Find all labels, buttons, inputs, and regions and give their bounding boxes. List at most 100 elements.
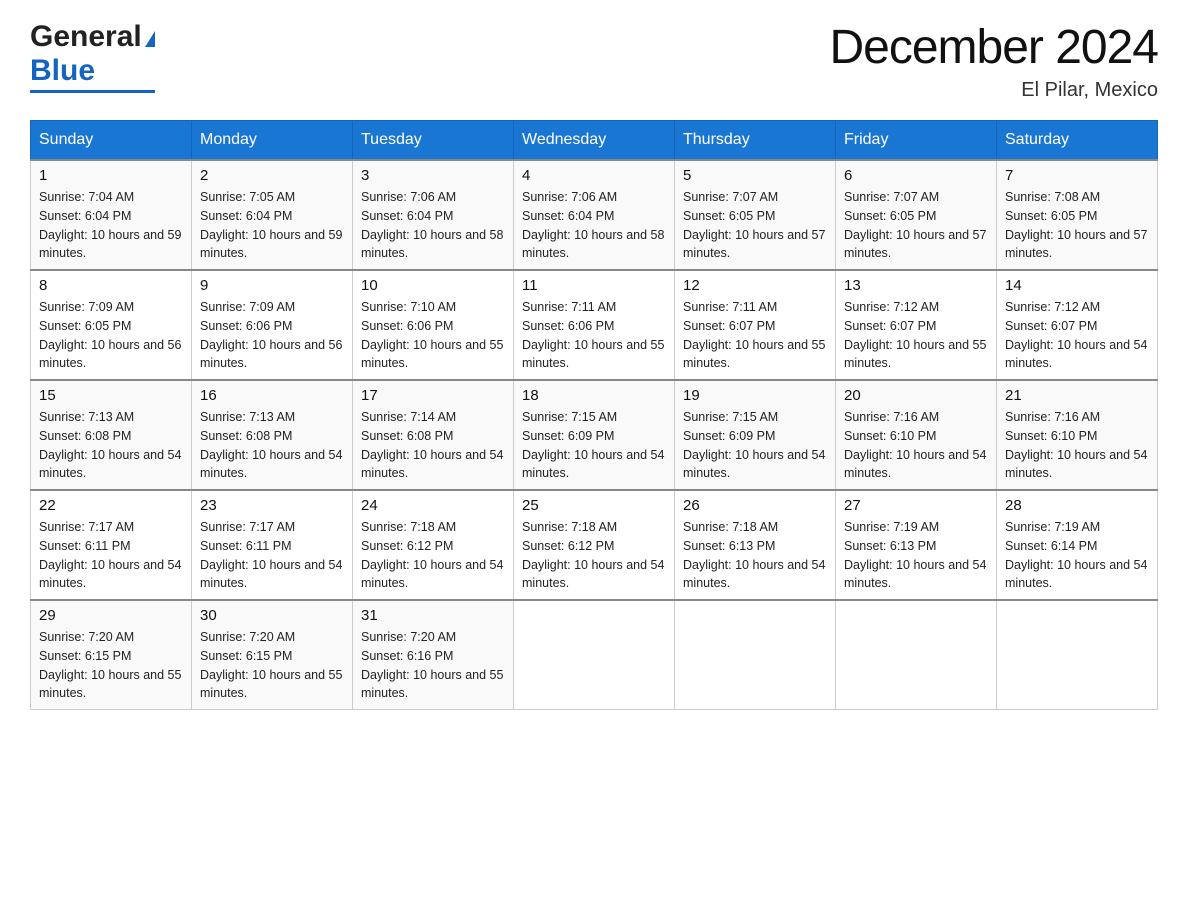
daylight-label: Daylight: 10 hours and 56 minutes. <box>200 338 342 371</box>
day-number: 8 <box>39 277 183 294</box>
daylight-label: Daylight: 10 hours and 54 minutes. <box>200 558 342 591</box>
sunrise-label: Sunrise: 7:18 AM <box>361 520 456 534</box>
calendar-cell: 9 Sunrise: 7:09 AM Sunset: 6:06 PM Dayli… <box>192 270 353 380</box>
month-title: December 2024 <box>829 20 1158 75</box>
title-area: December 2024 El Pilar, Mexico <box>829 20 1158 102</box>
sunrise-label: Sunrise: 7:20 AM <box>361 630 456 644</box>
daylight-label: Daylight: 10 hours and 59 minutes. <box>200 228 342 261</box>
calendar-cell <box>997 600 1158 710</box>
day-info: Sunrise: 7:19 AM Sunset: 6:14 PM Dayligh… <box>1005 518 1149 593</box>
sunset-label: Sunset: 6:04 PM <box>522 209 614 223</box>
logo: General Blue <box>30 20 155 93</box>
day-info: Sunrise: 7:10 AM Sunset: 6:06 PM Dayligh… <box>361 298 505 373</box>
day-number: 21 <box>1005 387 1149 404</box>
header-wednesday: Wednesday <box>514 121 675 161</box>
calendar-cell: 21 Sunrise: 7:16 AM Sunset: 6:10 PM Dayl… <box>997 380 1158 490</box>
sunset-label: Sunset: 6:15 PM <box>39 649 131 663</box>
sunrise-label: Sunrise: 7:19 AM <box>844 520 939 534</box>
calendar-cell: 28 Sunrise: 7:19 AM Sunset: 6:14 PM Dayl… <box>997 490 1158 600</box>
calendar-header: Sunday Monday Tuesday Wednesday Thursday… <box>31 121 1158 161</box>
calendar-cell: 2 Sunrise: 7:05 AM Sunset: 6:04 PM Dayli… <box>192 160 353 270</box>
daylight-label: Daylight: 10 hours and 55 minutes. <box>361 668 503 701</box>
header-tuesday: Tuesday <box>353 121 514 161</box>
calendar-cell: 14 Sunrise: 7:12 AM Sunset: 6:07 PM Dayl… <box>997 270 1158 380</box>
header-thursday: Thursday <box>675 121 836 161</box>
calendar-cell: 8 Sunrise: 7:09 AM Sunset: 6:05 PM Dayli… <box>31 270 192 380</box>
day-number: 31 <box>361 607 505 624</box>
day-info: Sunrise: 7:13 AM Sunset: 6:08 PM Dayligh… <box>200 408 344 483</box>
day-number: 7 <box>1005 167 1149 184</box>
sunset-label: Sunset: 6:12 PM <box>522 539 614 553</box>
sunrise-label: Sunrise: 7:18 AM <box>522 520 617 534</box>
daylight-label: Daylight: 10 hours and 55 minutes. <box>361 338 503 371</box>
day-info: Sunrise: 7:11 AM Sunset: 6:07 PM Dayligh… <box>683 298 827 373</box>
day-number: 3 <box>361 167 505 184</box>
sunset-label: Sunset: 6:04 PM <box>361 209 453 223</box>
sunset-label: Sunset: 6:09 PM <box>683 429 775 443</box>
sunset-label: Sunset: 6:07 PM <box>844 319 936 333</box>
sunset-label: Sunset: 6:10 PM <box>1005 429 1097 443</box>
sunset-label: Sunset: 6:13 PM <box>844 539 936 553</box>
day-info: Sunrise: 7:16 AM Sunset: 6:10 PM Dayligh… <box>844 408 988 483</box>
sunrise-label: Sunrise: 7:20 AM <box>200 630 295 644</box>
sunset-label: Sunset: 6:07 PM <box>1005 319 1097 333</box>
sunset-label: Sunset: 6:05 PM <box>39 319 131 333</box>
sunset-label: Sunset: 6:05 PM <box>683 209 775 223</box>
calendar-cell: 27 Sunrise: 7:19 AM Sunset: 6:13 PM Dayl… <box>836 490 997 600</box>
day-info: Sunrise: 7:18 AM Sunset: 6:12 PM Dayligh… <box>361 518 505 593</box>
day-info: Sunrise: 7:09 AM Sunset: 6:06 PM Dayligh… <box>200 298 344 373</box>
day-number: 1 <box>39 167 183 184</box>
sunset-label: Sunset: 6:08 PM <box>39 429 131 443</box>
location-subtitle: El Pilar, Mexico <box>829 79 1158 102</box>
day-info: Sunrise: 7:13 AM Sunset: 6:08 PM Dayligh… <box>39 408 183 483</box>
day-info: Sunrise: 7:15 AM Sunset: 6:09 PM Dayligh… <box>683 408 827 483</box>
day-info: Sunrise: 7:07 AM Sunset: 6:05 PM Dayligh… <box>683 188 827 263</box>
sunset-label: Sunset: 6:14 PM <box>1005 539 1097 553</box>
calendar-cell: 16 Sunrise: 7:13 AM Sunset: 6:08 PM Dayl… <box>192 380 353 490</box>
sunrise-label: Sunrise: 7:19 AM <box>1005 520 1100 534</box>
sunset-label: Sunset: 6:09 PM <box>522 429 614 443</box>
sunrise-label: Sunrise: 7:06 AM <box>522 190 617 204</box>
sunrise-label: Sunrise: 7:15 AM <box>683 410 778 424</box>
sunset-label: Sunset: 6:06 PM <box>522 319 614 333</box>
daylight-label: Daylight: 10 hours and 56 minutes. <box>39 338 181 371</box>
daylight-label: Daylight: 10 hours and 54 minutes. <box>522 448 664 481</box>
daylight-label: Daylight: 10 hours and 57 minutes. <box>844 228 986 261</box>
sunset-label: Sunset: 6:05 PM <box>844 209 936 223</box>
sunrise-label: Sunrise: 7:09 AM <box>200 300 295 314</box>
day-info: Sunrise: 7:05 AM Sunset: 6:04 PM Dayligh… <box>200 188 344 263</box>
day-info: Sunrise: 7:09 AM Sunset: 6:05 PM Dayligh… <box>39 298 183 373</box>
sunrise-label: Sunrise: 7:07 AM <box>844 190 939 204</box>
sunset-label: Sunset: 6:04 PM <box>200 209 292 223</box>
daylight-label: Daylight: 10 hours and 54 minutes. <box>844 558 986 591</box>
day-info: Sunrise: 7:06 AM Sunset: 6:04 PM Dayligh… <box>361 188 505 263</box>
daylight-label: Daylight: 10 hours and 55 minutes. <box>200 668 342 701</box>
logo-general-text: General <box>30 20 142 54</box>
calendar-body: 1 Sunrise: 7:04 AM Sunset: 6:04 PM Dayli… <box>31 160 1158 710</box>
calendar-cell: 11 Sunrise: 7:11 AM Sunset: 6:06 PM Dayl… <box>514 270 675 380</box>
sunrise-label: Sunrise: 7:06 AM <box>361 190 456 204</box>
calendar-week-row: 29 Sunrise: 7:20 AM Sunset: 6:15 PM Dayl… <box>31 600 1158 710</box>
daylight-label: Daylight: 10 hours and 58 minutes. <box>361 228 503 261</box>
sunrise-label: Sunrise: 7:07 AM <box>683 190 778 204</box>
day-number: 4 <box>522 167 666 184</box>
day-info: Sunrise: 7:04 AM Sunset: 6:04 PM Dayligh… <box>39 188 183 263</box>
sunset-label: Sunset: 6:11 PM <box>39 539 131 553</box>
daylight-label: Daylight: 10 hours and 54 minutes. <box>361 448 503 481</box>
calendar-cell: 18 Sunrise: 7:15 AM Sunset: 6:09 PM Dayl… <box>514 380 675 490</box>
sunrise-label: Sunrise: 7:16 AM <box>1005 410 1100 424</box>
sunrise-label: Sunrise: 7:08 AM <box>1005 190 1100 204</box>
sunrise-label: Sunrise: 7:11 AM <box>683 300 777 314</box>
daylight-label: Daylight: 10 hours and 54 minutes. <box>1005 338 1147 371</box>
sunset-label: Sunset: 6:12 PM <box>361 539 453 553</box>
sunset-label: Sunset: 6:08 PM <box>361 429 453 443</box>
sunrise-label: Sunrise: 7:12 AM <box>844 300 939 314</box>
calendar-cell: 24 Sunrise: 7:18 AM Sunset: 6:12 PM Dayl… <box>353 490 514 600</box>
calendar-cell: 26 Sunrise: 7:18 AM Sunset: 6:13 PM Dayl… <box>675 490 836 600</box>
day-number: 12 <box>683 277 827 294</box>
calendar-cell <box>514 600 675 710</box>
sunrise-label: Sunrise: 7:13 AM <box>39 410 134 424</box>
day-number: 29 <box>39 607 183 624</box>
daylight-label: Daylight: 10 hours and 55 minutes. <box>522 338 664 371</box>
calendar-week-row: 22 Sunrise: 7:17 AM Sunset: 6:11 PM Dayl… <box>31 490 1158 600</box>
